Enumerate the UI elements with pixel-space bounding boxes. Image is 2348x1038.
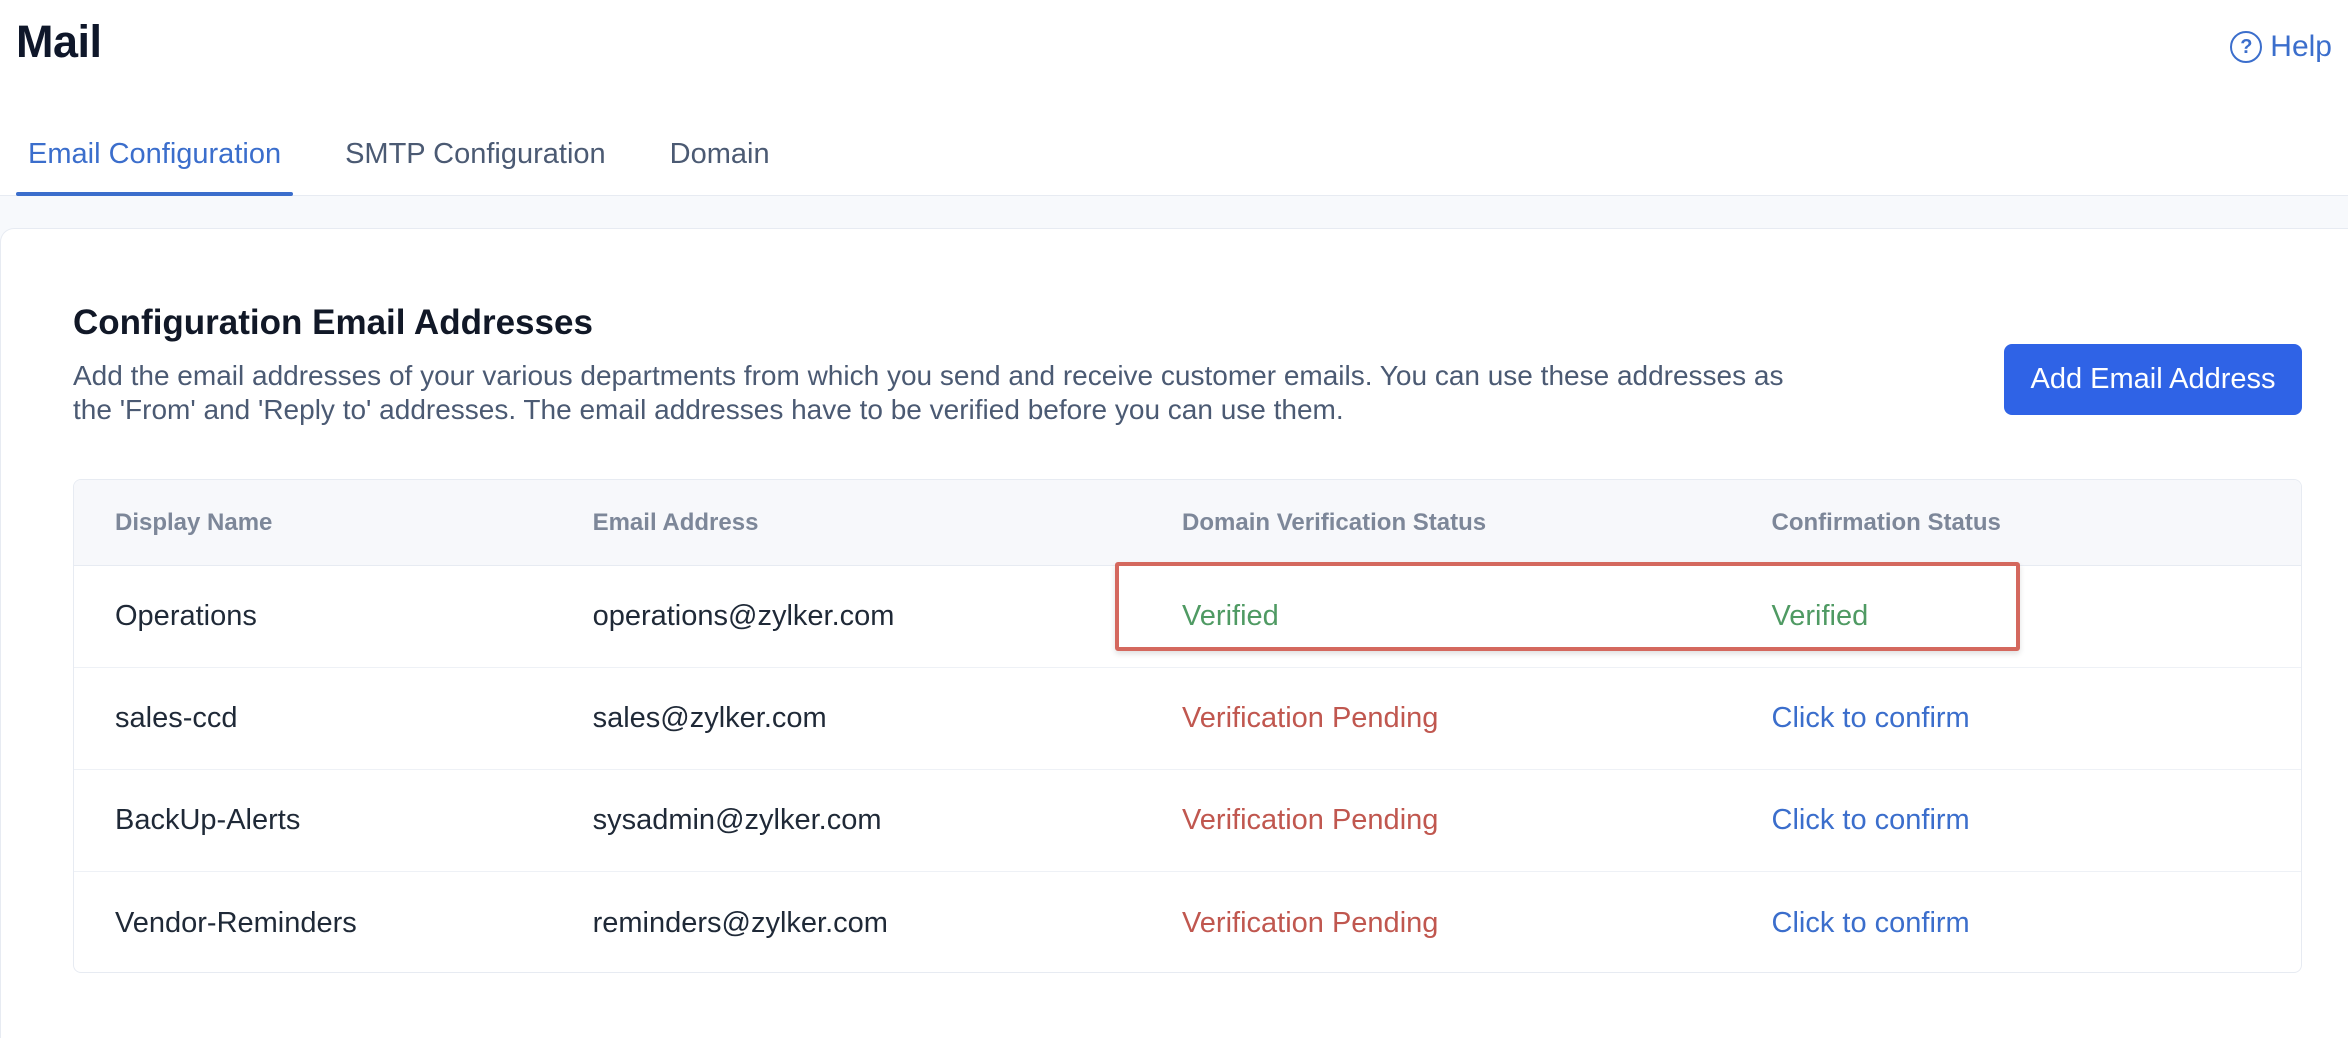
display-name-cell: Operations <box>115 600 257 632</box>
top-bar: Mail ? Help Email Configuration SMTP Con… <box>0 0 2348 196</box>
domain-status-pending: Verification Pending <box>1182 804 1439 836</box>
email-addresses-table: Display Name Email Address Domain Verifi… <box>73 479 2302 973</box>
tab-smtp-configuration[interactable]: SMTP Configuration <box>333 130 618 196</box>
tab-domain[interactable]: Domain <box>658 130 782 196</box>
column-header-domain-verification-status[interactable]: Domain Verification Status <box>1141 509 1730 537</box>
email-address-cell: sysadmin@zylker.com <box>592 804 882 836</box>
display-name-cell: sales-ccd <box>115 702 238 734</box>
add-email-address-button[interactable]: Add Email Address <box>2004 344 2302 415</box>
table-header: Display Name Email Address Domain Verifi… <box>74 480 2301 566</box>
question-circle-icon: ? <box>2230 31 2263 63</box>
click-to-confirm-link[interactable]: Click to confirm <box>1731 702 2301 735</box>
tab-bar: Email Configuration SMTP Configuration D… <box>16 130 822 196</box>
column-header-email-address[interactable]: Email Address <box>552 509 1141 537</box>
content-panel: Configuration Email Addresses Add the em… <box>0 228 2348 1038</box>
email-address-cell: sales@zylker.com <box>592 702 827 734</box>
click-to-confirm-link[interactable]: Click to confirm <box>1731 804 2301 837</box>
column-header-confirmation-status[interactable]: Confirmation Status <box>1731 509 2301 537</box>
table-row[interactable]: BackUp-Alerts sysadmin@zylker.com Verifi… <box>74 770 2301 872</box>
section-title: Configuration Email Addresses <box>73 303 593 342</box>
table-row[interactable]: sales-ccd sales@zylker.com Verification … <box>74 668 2301 770</box>
domain-status-verified: Verified <box>1182 600 1279 632</box>
page-title: Mail <box>16 16 102 67</box>
help-label: Help <box>2270 30 2332 63</box>
display-name-cell: Vendor-Reminders <box>115 906 357 939</box>
email-address-cell: reminders@zylker.com <box>592 906 888 939</box>
table-row[interactable]: Vendor-Reminders reminders@zylker.com Ve… <box>74 872 2301 972</box>
confirmation-status-verified: Verified <box>1771 600 1869 632</box>
section-description: Add the email addresses of your various … <box>73 360 1784 425</box>
help-link[interactable]: ? Help <box>2230 30 2332 64</box>
domain-status-pending: Verification Pending <box>1182 702 1439 734</box>
click-to-confirm-link[interactable]: Click to confirm <box>1731 907 2301 940</box>
tab-email-configuration[interactable]: Email Configuration <box>16 130 294 196</box>
table-row[interactable]: Operations operations@zylker.com Verifie… <box>74 566 2301 668</box>
display-name-cell: BackUp-Alerts <box>115 804 301 836</box>
domain-status-pending: Verification Pending <box>1182 906 1439 939</box>
column-header-display-name[interactable]: Display Name <box>74 509 552 537</box>
email-address-cell: operations@zylker.com <box>592 600 895 632</box>
